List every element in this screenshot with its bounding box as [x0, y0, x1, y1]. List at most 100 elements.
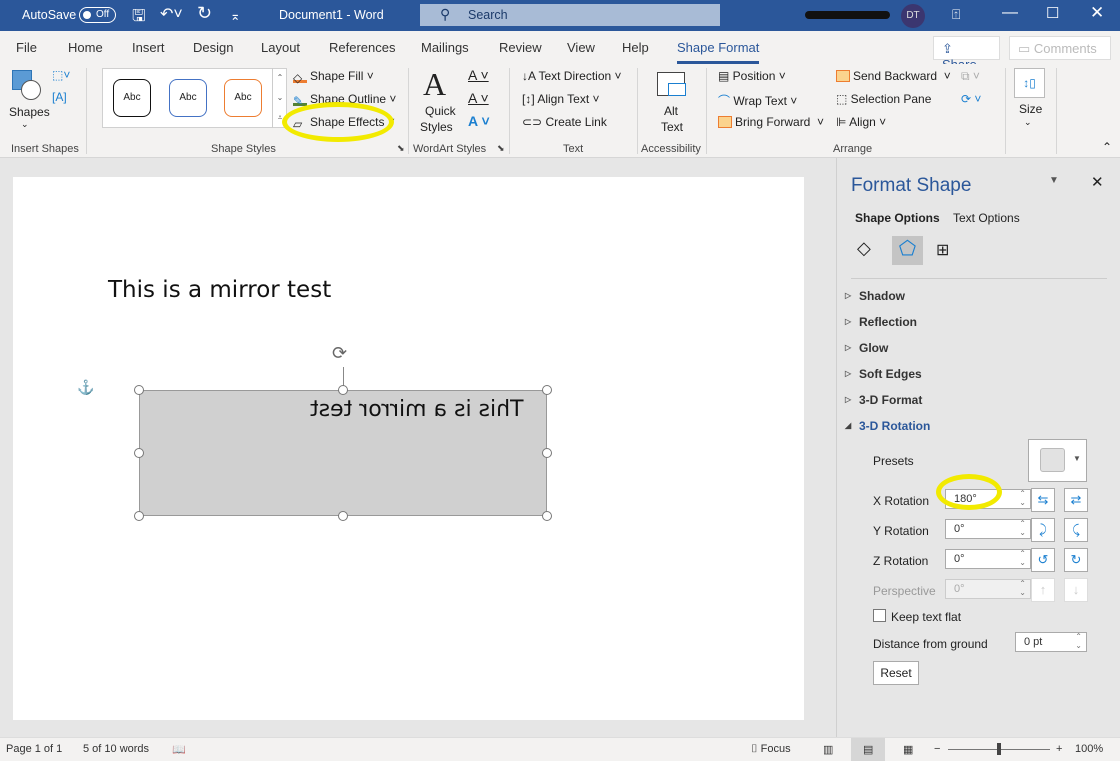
distance-input[interactable]: 0 pt	[1015, 632, 1087, 652]
dialog-launcher-icon[interactable]: ⬊	[497, 143, 505, 154]
tab-text-options[interactable]: Text Options	[953, 211, 1020, 225]
proofing-icon[interactable]: 📖	[172, 743, 186, 756]
section-shadow[interactable]: Shadow	[845, 289, 905, 303]
edit-shape-icon[interactable]: ⬚˅	[52, 68, 70, 82]
avatar[interactable]: DT	[901, 4, 925, 28]
send-backward-button[interactable]: Send Backward ˅	[836, 69, 951, 83]
comments-button[interactable]: ▭ Comments	[1009, 36, 1111, 60]
z-rotate-ccw-icon[interactable]: ↺	[1031, 548, 1055, 572]
bring-forward-button[interactable]: Bring Forward ˅	[718, 115, 824, 129]
vertical-scrollbar[interactable]	[822, 158, 836, 737]
resize-handle[interactable]	[134, 385, 144, 395]
zoom-in-icon[interactable]: +	[1056, 743, 1062, 755]
keep-text-flat-checkbox[interactable]	[873, 609, 886, 622]
resize-handle[interactable]	[338, 385, 348, 395]
redo-icon[interactable]: ↻	[197, 3, 212, 24]
x-rotate-right-icon[interactable]: ⇄	[1064, 488, 1088, 512]
z-rotate-cw-icon[interactable]: ↻	[1064, 548, 1088, 572]
text-fill-icon[interactable]: A ˅	[468, 67, 489, 83]
body-text[interactable]: This is a mirror test	[108, 277, 331, 303]
text-outline-icon[interactable]: A ˅	[468, 90, 489, 106]
resize-handle[interactable]	[338, 511, 348, 521]
tab-mailings[interactable]: Mailings	[421, 40, 469, 55]
text-direction-button[interactable]: ↓A Text Direction ˅	[522, 69, 622, 83]
rotate-icon[interactable]: ⟳ ˅	[961, 92, 981, 106]
tab-file[interactable]: File	[16, 40, 37, 55]
minimize-icon[interactable]: —	[1002, 4, 1018, 22]
fill-line-icon[interactable]: ◇	[857, 238, 871, 259]
wrap-text-button[interactable]: ⌒ Wrap Text ˅	[718, 92, 797, 109]
style-orange[interactable]: Abc	[224, 79, 262, 117]
shape-fill-button[interactable]: ◇ Shape Fill ˅	[293, 69, 374, 85]
shapes-button[interactable]: Shapes	[9, 105, 50, 119]
tab-review[interactable]: Review	[499, 40, 542, 55]
text-effects-icon[interactable]: A ˅	[468, 113, 490, 129]
section-glow[interactable]: Glow	[845, 341, 889, 355]
y-rotate-up-icon[interactable]: ⤸	[1031, 518, 1055, 542]
save-icon[interactable]: 🖫	[132, 5, 146, 32]
focus-button[interactable]: ⌷ Focus	[751, 743, 791, 756]
z-rotation-input[interactable]: 0°	[945, 549, 1031, 569]
pane-options-icon[interactable]: ▼	[1049, 175, 1059, 186]
align-button[interactable]: ⊫ Align ˅	[836, 115, 886, 129]
tab-help[interactable]: Help	[622, 40, 649, 55]
document-page[interactable]: This is a mirror test ⚓ ⟳ This is a mirr…	[13, 177, 804, 720]
resize-handle[interactable]	[542, 511, 552, 521]
create-link-button[interactable]: ⊂⊃ Create Link	[522, 115, 607, 129]
search-box[interactable]: ⚲ Search	[420, 4, 720, 26]
customize-qat-icon[interactable]: ⌅	[230, 8, 240, 23]
quick-styles-button[interactable]: Quick	[425, 104, 456, 118]
reset-button[interactable]: Reset	[873, 661, 919, 685]
size-button[interactable]: Size	[1019, 102, 1042, 116]
align-text-button[interactable]: [↕] Align Text ˅	[522, 92, 600, 106]
text-box-icon[interactable]: [A]	[52, 90, 67, 104]
tab-shape-options[interactable]: Shape Options	[855, 211, 940, 225]
alt-text-button-2[interactable]: Text	[661, 120, 683, 134]
tab-references[interactable]: References	[329, 40, 395, 55]
rotation-handle-icon[interactable]: ⟳	[332, 343, 347, 364]
y-rotation-input[interactable]: 0°	[945, 519, 1031, 539]
section-3d-rotation[interactable]: 3-D Rotation	[845, 419, 930, 433]
autosave-toggle[interactable]: Off	[79, 7, 116, 23]
resize-handle[interactable]	[134, 511, 144, 521]
maximize-icon[interactable]: ☐	[1046, 4, 1059, 22]
quick-styles-button-2[interactable]: Styles	[420, 120, 453, 134]
tab-insert[interactable]: Insert	[132, 40, 165, 55]
style-black[interactable]: Abc	[113, 79, 151, 117]
section-reflection[interactable]: Reflection	[845, 315, 917, 329]
tab-design[interactable]: Design	[193, 40, 233, 55]
word-count[interactable]: 5 of 10 words	[83, 743, 149, 755]
zoom-level[interactable]: 100%	[1075, 743, 1103, 755]
y-rotate-down-icon[interactable]: ⤹	[1064, 518, 1088, 542]
tab-shape-format[interactable]: Shape Format	[677, 40, 760, 64]
collapse-ribbon-icon[interactable]: ⌃	[1102, 140, 1112, 154]
group-objects-icon[interactable]: ⧉ ˅	[961, 69, 980, 84]
tab-home[interactable]: Home	[68, 40, 103, 55]
size-properties-icon[interactable]: ⊞	[936, 240, 949, 260]
ribbon-display-icon[interactable]: ⍐	[952, 6, 960, 23]
selection-pane-button[interactable]: ⬚ Selection Pane	[836, 92, 931, 106]
alt-text-button[interactable]: Alt	[664, 104, 678, 118]
close-icon[interactable]: ✕	[1090, 3, 1104, 23]
close-pane-icon[interactable]: ✕	[1091, 173, 1104, 191]
effects-icon[interactable]: ⬠	[892, 236, 923, 265]
zoom-slider-thumb[interactable]	[997, 743, 1001, 755]
tab-view[interactable]: View	[567, 40, 595, 55]
mirrored-shape[interactable]: This is a mirror test	[139, 390, 547, 516]
section-3d-format[interactable]: 3-D Format	[845, 393, 922, 407]
resize-handle[interactable]	[542, 448, 552, 458]
page-count[interactable]: Page 1 of 1	[6, 743, 62, 755]
tab-layout[interactable]: Layout	[261, 40, 300, 55]
read-mode-icon[interactable]: ▥	[823, 743, 833, 756]
position-button[interactable]: ▤ Position ˅	[718, 69, 786, 83]
zoom-out-icon[interactable]: −	[934, 743, 940, 755]
share-button[interactable]: ⇪ Share	[933, 36, 1000, 72]
style-blue[interactable]: Abc	[169, 79, 207, 117]
web-layout-icon[interactable]: ▦	[903, 743, 913, 756]
resize-handle[interactable]	[542, 385, 552, 395]
x-rotate-left-icon[interactable]: ⇆	[1031, 488, 1055, 512]
undo-icon[interactable]: ↶˅	[160, 4, 183, 24]
resize-handle[interactable]	[134, 448, 144, 458]
presets-dropdown[interactable]: ▼	[1028, 439, 1087, 482]
print-layout-button[interactable]: ▤	[851, 738, 885, 761]
